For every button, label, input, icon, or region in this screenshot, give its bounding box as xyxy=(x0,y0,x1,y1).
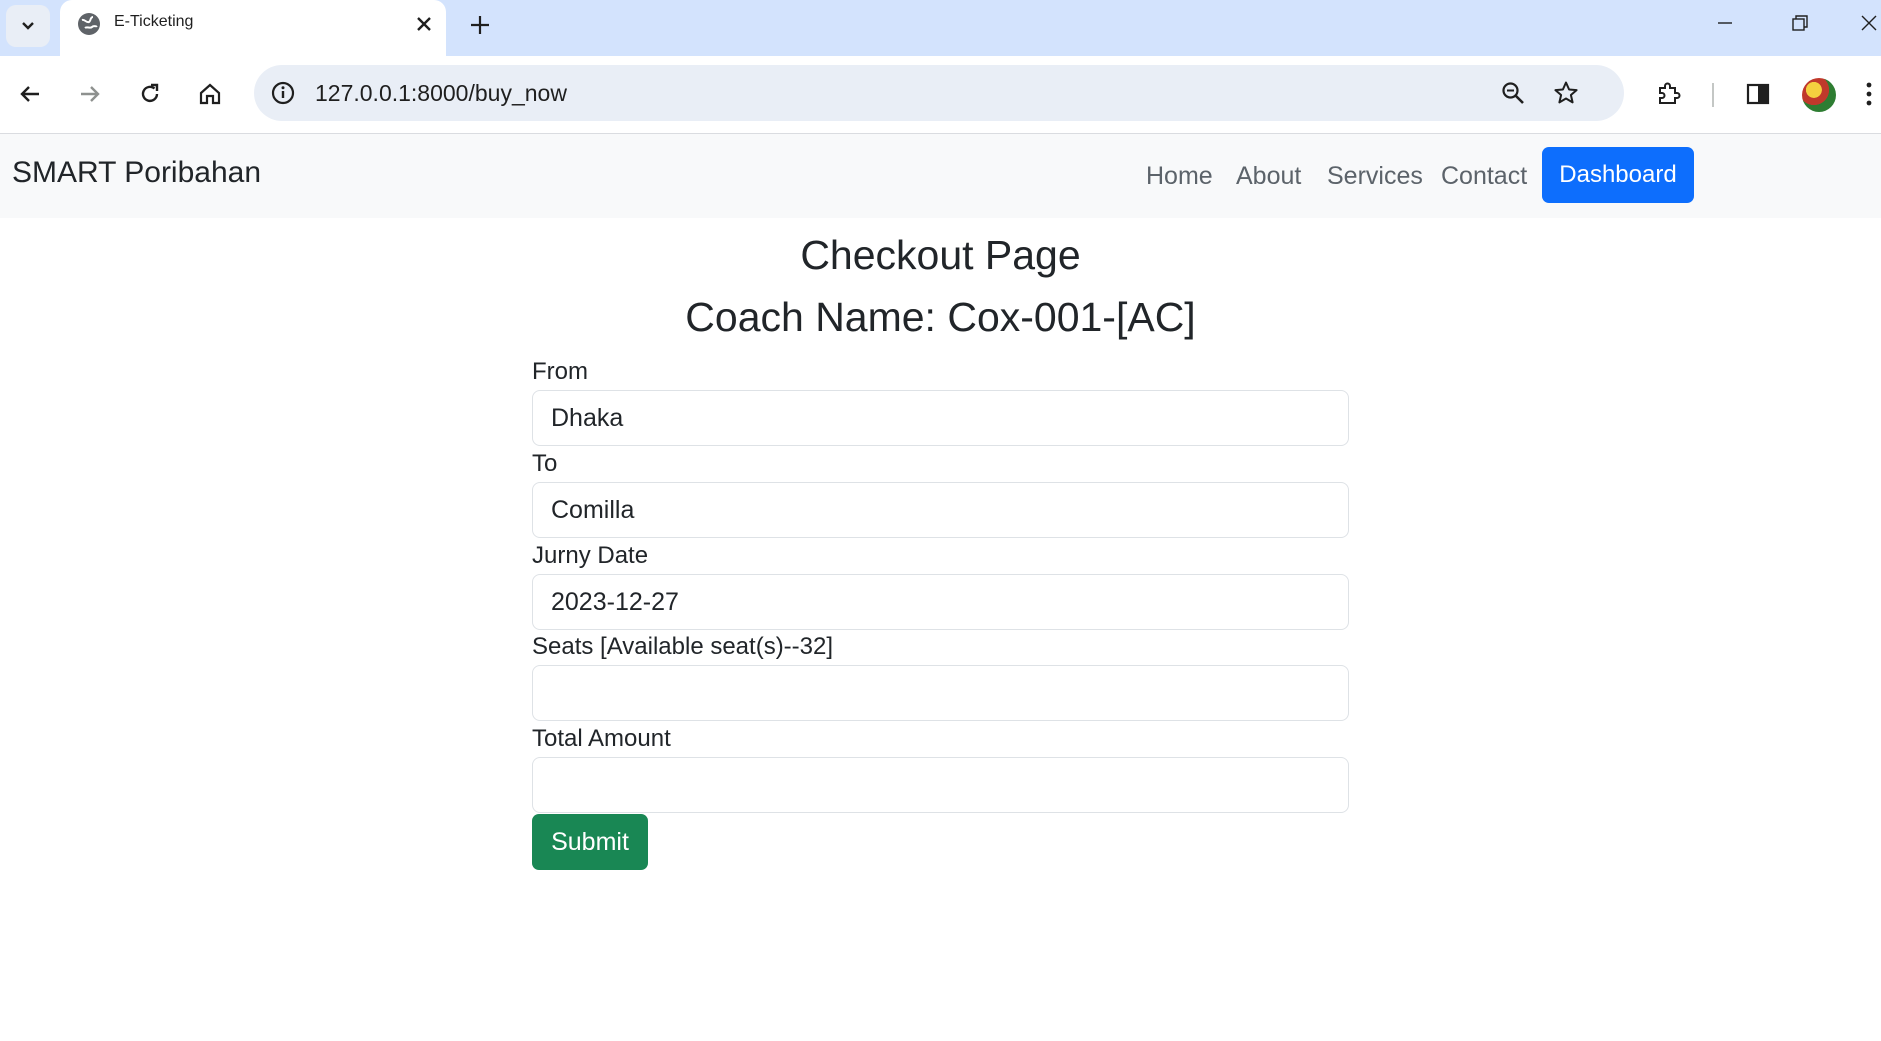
close-window-icon xyxy=(1861,15,1876,31)
total-amount-input[interactable] xyxy=(532,757,1349,813)
forward-button[interactable] xyxy=(71,75,109,113)
site-info-button[interactable] xyxy=(264,74,302,112)
menu-icon xyxy=(1866,82,1872,106)
nav-link-home[interactable]: Home xyxy=(1146,162,1213,191)
coach-name-heading: Coach Name: Cox-001-[AC] xyxy=(685,294,1196,340)
nav-link-contact[interactable]: Contact xyxy=(1441,162,1527,191)
restore-button[interactable] xyxy=(1780,4,1820,42)
browser-tab[interactable]: E-Ticketing xyxy=(60,0,446,56)
forward-icon xyxy=(81,86,100,102)
tab-title: E-Ticketing xyxy=(114,13,194,30)
from-label: From xyxy=(532,358,588,385)
browser-toolbar: 127.0.0.1:8000/buy_now xyxy=(0,56,1881,134)
submit-button[interactable]: Submit xyxy=(532,814,648,870)
home-button[interactable] xyxy=(191,75,229,113)
total-amount-label: Total Amount xyxy=(532,725,671,752)
site-navbar: SMART Poribahan Home About Services Cont… xyxy=(0,134,1881,218)
url-text[interactable]: 127.0.0.1:8000/buy_now xyxy=(315,80,567,107)
globe-icon xyxy=(78,13,100,35)
profile-avatar[interactable] xyxy=(1802,78,1836,112)
nav-link-about[interactable]: About xyxy=(1236,162,1301,191)
seats-label: Seats [Available seat(s)--32] xyxy=(532,633,834,660)
reload-icon xyxy=(141,83,159,103)
plus-icon xyxy=(471,16,489,34)
to-input[interactable] xyxy=(532,482,1349,538)
zoom-icon xyxy=(1502,82,1524,104)
page-title: Checkout Page xyxy=(800,232,1081,278)
star-icon xyxy=(1554,81,1578,104)
to-label: To xyxy=(532,450,558,477)
side-panel-icon xyxy=(1746,83,1770,105)
tab-close-button[interactable] xyxy=(409,9,439,39)
info-icon xyxy=(271,81,295,105)
seats-input[interactable] xyxy=(532,665,1349,721)
toolbar-separator xyxy=(1712,83,1714,107)
reload-button[interactable] xyxy=(131,75,169,113)
zoom-button[interactable] xyxy=(1494,74,1532,112)
site-brand[interactable]: SMART Poribahan xyxy=(12,156,261,190)
back-button[interactable] xyxy=(11,75,49,113)
from-input[interactable] xyxy=(532,390,1349,446)
chevron-down-icon xyxy=(22,22,34,30)
journey-date-input[interactable] xyxy=(532,574,1349,630)
side-panel-button[interactable] xyxy=(1739,75,1777,113)
close-window-button[interactable] xyxy=(1856,4,1881,42)
dashboard-button[interactable]: Dashboard xyxy=(1542,147,1694,203)
browser-tabstrip: E-Ticketing xyxy=(0,0,1881,56)
page-content: SMART Poribahan Home About Services Cont… xyxy=(0,134,1881,1041)
home-icon xyxy=(199,83,221,105)
nav-link-services[interactable]: Services xyxy=(1327,162,1423,191)
minimize-icon xyxy=(1718,22,1732,24)
restore-icon xyxy=(1792,15,1808,31)
extensions-icon xyxy=(1659,82,1681,104)
browser-menu-button[interactable] xyxy=(1857,75,1881,113)
address-bar[interactable]: 127.0.0.1:8000/buy_now xyxy=(254,65,1624,121)
tab-search-button[interactable] xyxy=(6,5,50,47)
close-icon xyxy=(417,17,431,31)
back-icon xyxy=(20,86,39,102)
journey-date-label: Jurny Date xyxy=(532,542,649,569)
bookmark-button[interactable] xyxy=(1547,74,1585,112)
extensions-button[interactable] xyxy=(1650,75,1688,113)
new-tab-button[interactable] xyxy=(463,8,497,42)
minimize-button[interactable] xyxy=(1705,4,1745,42)
